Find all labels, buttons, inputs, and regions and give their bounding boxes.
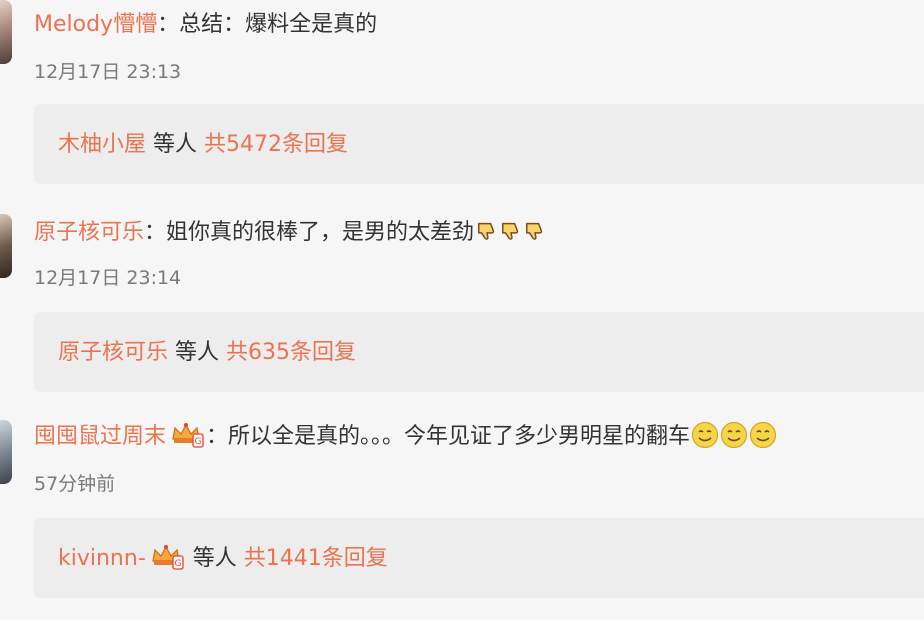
thumbs-down-icon [478,222,495,240]
avatar[interactable] [0,420,12,484]
comment-time: 57分钟前 [34,473,116,495]
crown-badge-icon: G [152,545,184,570]
reply-summary[interactable]: 木柚小屋 等人 共5472条回复 [34,104,924,184]
reply-middle: 等人 [185,546,244,571]
thumbs-down-icon [526,222,543,240]
smile-icon [691,421,719,449]
comment-text: 姐你真的很棒了，是男的太差劲 [166,220,475,245]
reply-username[interactable]: 木柚小屋 [58,132,146,157]
reply-count-link[interactable]: 共5472条回复 [204,132,348,157]
reply-text: 木柚小屋 等人 共5472条回复 [58,126,348,158]
separator: ： [206,424,229,449]
comment-time: 12月17日 23:14 [34,267,182,289]
thumbs-down-icon [502,222,519,240]
reply-summary[interactable]: kivinnn- G 等人 共1441条回复 [34,518,924,598]
comment-username[interactable]: Melody懵懵 [34,12,157,37]
crown-badge-icon: G [172,423,204,448]
reply-count-link[interactable]: 共1441条回复 [244,546,388,571]
smile-icon [749,421,777,449]
comment-username[interactable]: 原子核可乐 [34,220,144,245]
reply-username[interactable]: kivinnn- [58,546,146,571]
comment-time: 12月17日 23:13 [34,61,182,83]
smile-icon [720,421,748,449]
reply-summary[interactable]: 原子核可乐 等人 共635条回复 [34,312,924,392]
reply-text: 原子核可乐 等人 共635条回复 [58,334,356,366]
comment-body: Melody懵懵：总结：爆料全是真的 [34,6,377,38]
separator: ： [157,12,180,37]
avatar[interactable] [0,0,12,64]
reply-username[interactable]: 原子核可乐 [58,340,168,365]
comment-body: 囤囤鼠过周末 G ：所以全是真的。。。今年见证了多少男明星的翻车 [34,418,777,450]
separator: ： [144,220,167,245]
reply-middle: 等人 [146,132,205,157]
reply-text: kivinnn- G 等人 共1441条回复 [58,540,388,572]
svg-text:G: G [174,559,181,569]
comment-body: 原子核可乐：姐你真的很棒了，是男的太差劲 [34,214,546,246]
avatar[interactable] [0,214,12,278]
reply-middle: 等人 [168,340,227,365]
svg-text:G: G [195,437,202,447]
comment-text: 所以全是真的。。。今年见证了多少男明星的翻车 [228,424,691,449]
reply-count-link[interactable]: 共635条回复 [226,340,356,365]
comment-text: 总结：爆料全是真的 [179,12,378,37]
comment-username[interactable]: 囤囤鼠过周末 [34,424,166,449]
